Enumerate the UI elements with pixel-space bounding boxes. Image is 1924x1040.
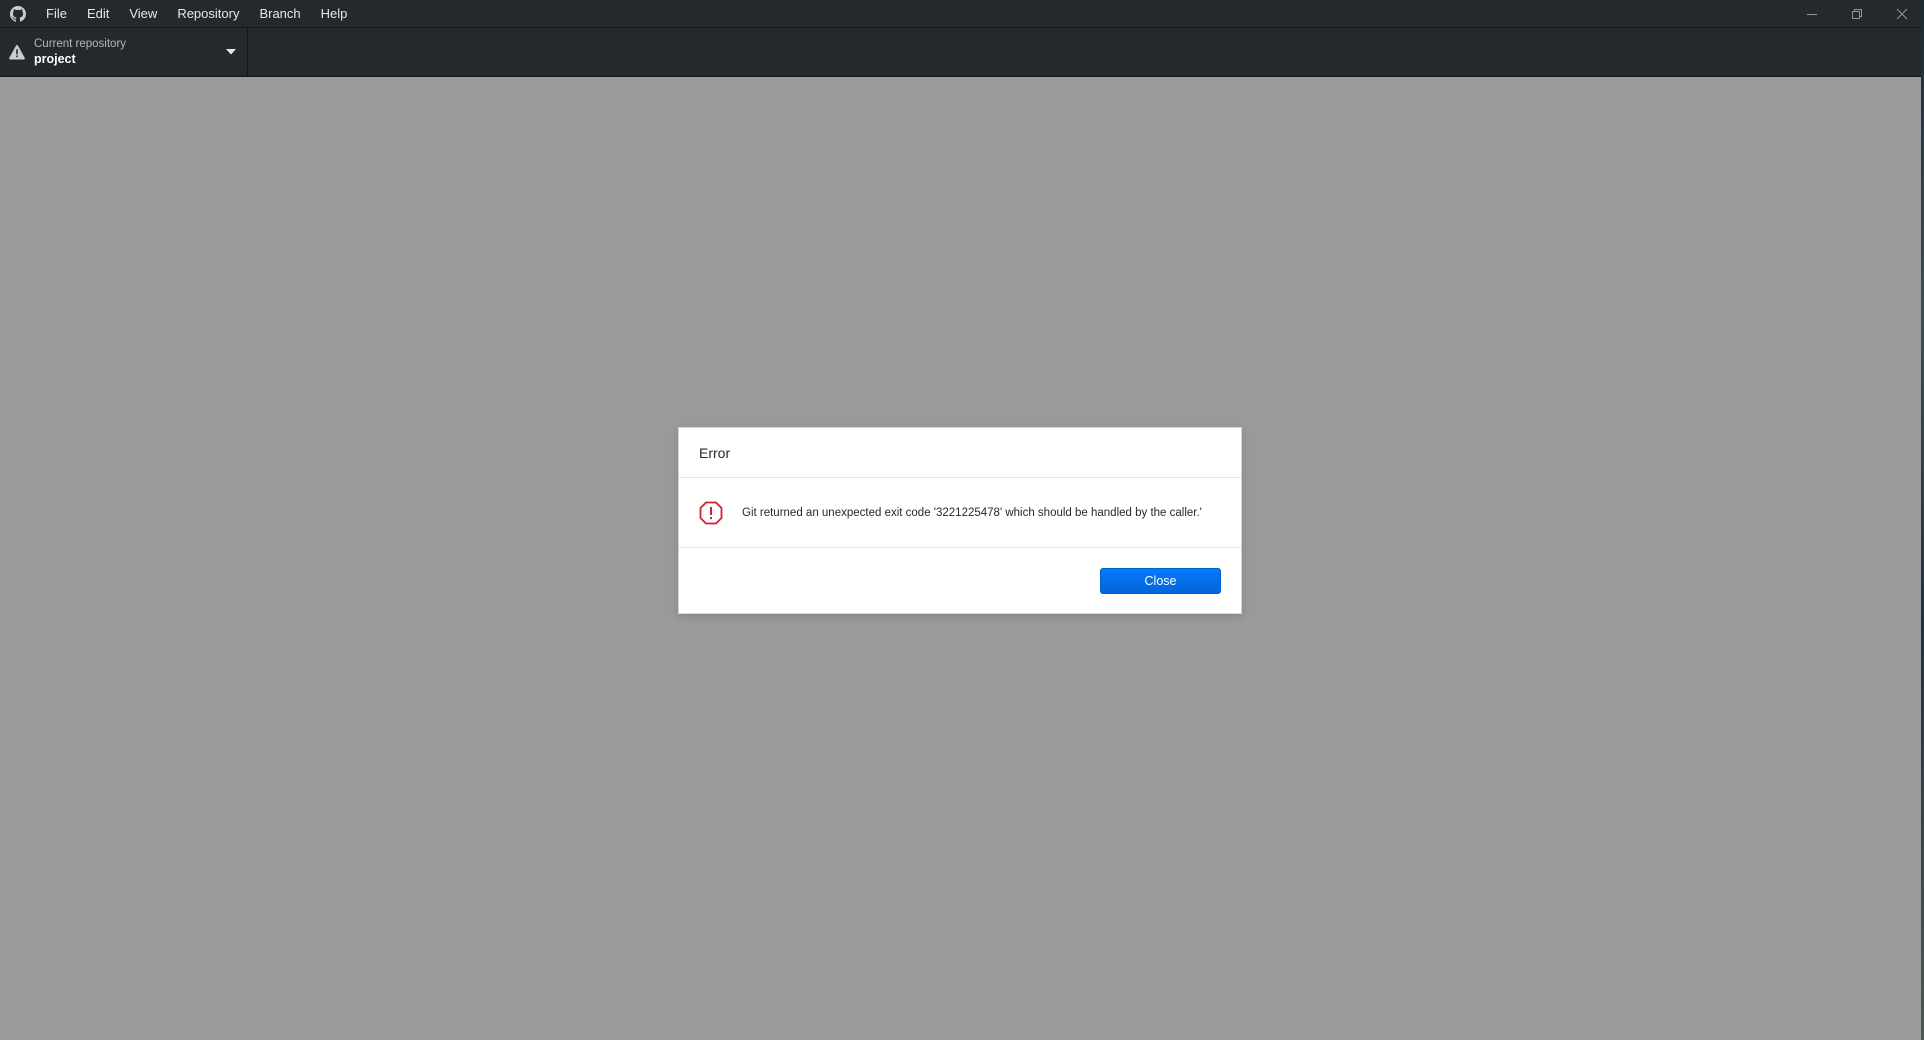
toolbar: Current repository project xyxy=(0,27,1924,77)
warning-icon xyxy=(9,44,25,60)
error-icon xyxy=(699,501,723,525)
error-dialog: Error Git returned an unexpected exit co… xyxy=(678,427,1242,614)
restore-button[interactable] xyxy=(1834,0,1879,27)
dialog-title: Error xyxy=(699,444,731,461)
current-repository-button[interactable]: Current repository project xyxy=(0,28,248,76)
app-window: File Edit View Repository Branch Help Cu… xyxy=(0,0,1924,1040)
menu-file[interactable]: File xyxy=(36,0,77,27)
window-controls xyxy=(1789,0,1924,27)
menu-repository[interactable]: Repository xyxy=(167,0,249,27)
restore-icon xyxy=(1851,8,1862,19)
dialog-header: Error xyxy=(679,428,1241,478)
menu-branch[interactable]: Branch xyxy=(249,0,310,27)
title-bar: File Edit View Repository Branch Help xyxy=(0,0,1924,27)
repository-caption: Current repository xyxy=(34,38,127,50)
window-close-button[interactable] xyxy=(1879,0,1924,27)
menu-help[interactable]: Help xyxy=(311,0,358,27)
menu-view[interactable]: View xyxy=(119,0,167,27)
github-octocat-icon xyxy=(0,0,36,27)
minimize-button[interactable] xyxy=(1789,0,1834,27)
menu-edit[interactable]: Edit xyxy=(77,0,119,27)
repository-info: Current repository project xyxy=(34,37,126,67)
dialog-message: Git returned an unexpected exit code '32… xyxy=(742,506,1202,519)
close-button[interactable]: Close xyxy=(1100,567,1221,594)
close-icon xyxy=(1896,8,1907,19)
dialog-footer: Close xyxy=(679,548,1241,613)
minimize-icon xyxy=(1806,13,1817,15)
repository-name: project xyxy=(34,52,76,66)
menu-bar: File Edit View Repository Branch Help xyxy=(36,0,357,27)
chevron-down-icon xyxy=(226,49,236,55)
dialog-body: Git returned an unexpected exit code '32… xyxy=(679,478,1241,548)
